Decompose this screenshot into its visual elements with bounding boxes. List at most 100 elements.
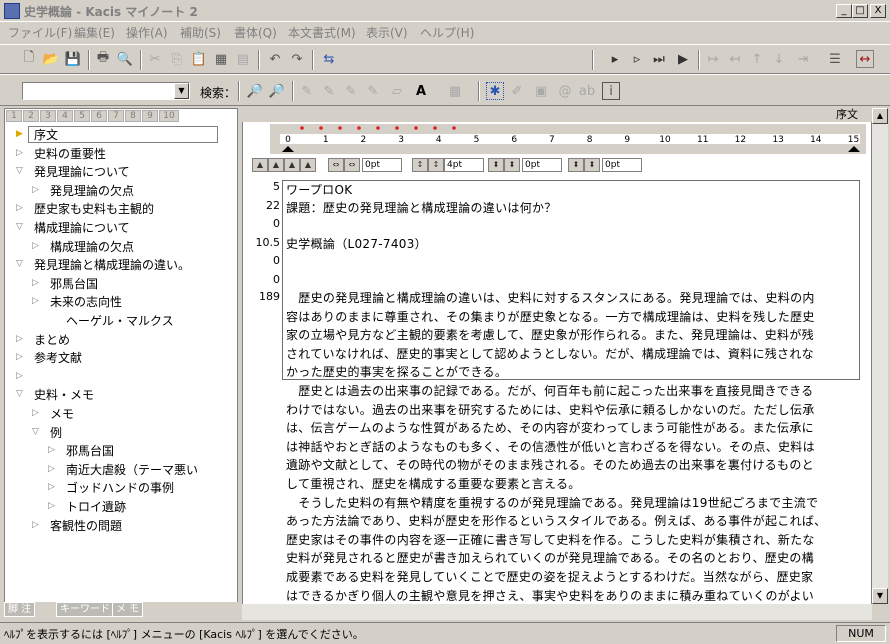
horizontal-scrollbar[interactable] — [242, 604, 872, 620]
space-after-2-icon[interactable]: ⬍ — [584, 158, 600, 172]
line-spacing-field[interactable]: 4pt — [444, 158, 484, 172]
level-9-button[interactable]: 9 — [142, 110, 158, 122]
redo-icon[interactable]: ↷ — [288, 50, 306, 68]
tab-stop-marker[interactable] — [338, 126, 342, 130]
tree-item[interactable]: 構成理論の欠点 — [50, 238, 134, 256]
spacing-2-icon[interactable]: ⇔ — [344, 158, 360, 172]
minimize-button[interactable]: _ — [836, 4, 852, 18]
level-6-button[interactable]: 6 — [91, 110, 107, 122]
chevron-down-icon[interactable]: ▼ — [174, 83, 189, 99]
collapsed-arrow-icon[interactable]: ▷ — [32, 408, 39, 418]
letter-spacing-field[interactable]: 0pt — [362, 158, 402, 172]
menu-edit[interactable]: 編集(E) — [74, 24, 115, 41]
width-toggle-icon[interactable]: ↔ — [856, 50, 874, 68]
step-icon[interactable]: ▹ — [628, 50, 646, 68]
next-icon[interactable]: ▶ — [674, 50, 692, 68]
collapsed-arrow-icon[interactable]: ▷ — [32, 296, 39, 306]
space-before-2-icon[interactable]: ⬍ — [504, 158, 520, 172]
align-icon[interactable]: ▲ — [252, 158, 268, 172]
line-spacing-icon[interactable]: ↕ — [412, 158, 428, 172]
undo-icon[interactable]: ↶ — [266, 50, 284, 68]
tab-stop-marker[interactable] — [433, 126, 437, 130]
collapsed-arrow-icon[interactable]: ▷ — [48, 501, 55, 511]
menu-file[interactable]: ファイル(F) — [8, 24, 72, 41]
tree-item[interactable]: 未来の志向性 — [50, 293, 122, 311]
menu-body-format[interactable]: 本文書式(M) — [288, 24, 356, 41]
pen-icon[interactable]: ✎ — [298, 82, 316, 100]
expanded-arrow-icon[interactable]: ▽ — [16, 166, 23, 176]
collapsed-arrow-icon[interactable]: ▷ — [16, 203, 23, 213]
unlink-icon[interactable]: ↤ — [726, 50, 744, 68]
ab-icon[interactable]: ab — [578, 82, 596, 100]
copy-icon[interactable]: ⎘ — [168, 50, 186, 68]
ruler[interactable]: 0 1 2 3 4 5 6 7 8 9 10 11 12 13 14 15 — [270, 124, 866, 154]
tree-item[interactable]: 邪馬台国 — [66, 442, 114, 460]
style-combo[interactable]: ▼ — [22, 82, 190, 100]
space-after-icon[interactable]: ⬍ — [568, 158, 584, 172]
collapsed-arrow-icon[interactable]: ▷ — [32, 520, 39, 530]
align-4-icon[interactable]: ▲ — [300, 158, 316, 172]
collapsed-arrow-icon[interactable]: ▷ — [48, 445, 55, 455]
skip-icon[interactable]: ⏭ — [650, 50, 668, 68]
tab-stop-marker[interactable] — [395, 126, 399, 130]
font-color-icon[interactable]: A — [412, 82, 430, 100]
level-8-button[interactable]: 8 — [125, 110, 141, 122]
expanded-arrow-icon[interactable]: ▽ — [16, 389, 23, 399]
tree-item[interactable]: 客観性の問題 — [50, 517, 122, 535]
tree-item[interactable]: ヘーゲル・マルクス — [66, 312, 174, 330]
scroll-down-icon[interactable]: ▼ — [872, 588, 888, 604]
tree-item[interactable]: 例 — [50, 424, 62, 442]
table-icon[interactable]: ▦ — [446, 82, 464, 100]
pen-4-icon[interactable]: ✎ — [364, 82, 382, 100]
print-preview-icon[interactable]: 🔍 — [116, 50, 134, 68]
maximize-button[interactable]: □ — [852, 4, 868, 18]
collapsed-arrow-icon[interactable]: ▷ — [16, 371, 23, 381]
at-icon[interactable]: @ — [556, 82, 574, 100]
level-5-button[interactable]: 5 — [74, 110, 90, 122]
spacing-icon[interactable]: ⇔ — [328, 158, 344, 172]
up-icon[interactable]: ↑ — [748, 50, 766, 68]
vertical-scrollbar[interactable]: ▲ ▼ — [872, 108, 888, 604]
collapsed-arrow-icon[interactable]: ▷ — [32, 278, 39, 288]
open-folder-icon[interactable]: 📂 — [42, 50, 60, 68]
tree-item[interactable]: メモ — [50, 405, 74, 423]
indent-icon[interactable]: ⇥ — [794, 50, 812, 68]
note-edit-icon[interactable]: ✐ — [508, 82, 526, 100]
tree-item[interactable]: まとめ — [34, 331, 70, 349]
search-next-icon[interactable]: 🔎 — [268, 82, 286, 100]
collapsed-arrow-icon[interactable]: ▷ — [48, 464, 55, 474]
tree-item[interactable]: 構成理論について — [34, 219, 130, 237]
space-before-icon[interactable]: ⬍ — [488, 158, 504, 172]
tab-footnote[interactable]: 脚 注 — [4, 602, 36, 617]
tree-item[interactable]: 南近大虐殺（テーマ悪い — [66, 461, 198, 479]
tab-stop-marker[interactable] — [300, 126, 304, 130]
pen-3-icon[interactable]: ✎ — [342, 82, 360, 100]
list-view-icon[interactable]: ☰ — [826, 50, 844, 68]
menu-assist[interactable]: 補助(S) — [180, 24, 221, 41]
menu-operation[interactable]: 操作(A) — [126, 24, 168, 41]
tree-item[interactable]: 発見理論について — [34, 163, 130, 181]
new-file-icon[interactable]: 🗋 — [20, 50, 38, 68]
tree-item[interactable]: 邪馬台国 — [50, 275, 98, 293]
expanded-arrow-icon[interactable]: ▽ — [16, 222, 23, 232]
menu-view[interactable]: 表示(V) — [366, 24, 408, 41]
tree-item[interactable]: 歴史家も史料も主観的 — [34, 200, 154, 218]
level-7-button[interactable]: 7 — [108, 110, 124, 122]
level-4-button[interactable]: 4 — [57, 110, 73, 122]
tree-item[interactable]: トロイ遺跡 — [66, 498, 126, 516]
collapsed-arrow-icon[interactable]: ▶ — [16, 129, 23, 139]
expanded-arrow-icon[interactable]: ▽ — [16, 259, 23, 269]
tab-stop-marker[interactable] — [376, 126, 380, 130]
close-button[interactable]: X — [870, 4, 886, 18]
collapsed-arrow-icon[interactable]: ▷ — [48, 482, 55, 492]
right-indent-marker[interactable] — [848, 146, 860, 152]
search-prev-icon[interactable]: 🔎 — [246, 82, 264, 100]
paste-special-icon[interactable]: ▦ — [212, 50, 230, 68]
info-icon[interactable]: i — [602, 82, 620, 100]
pen-2-icon[interactable]: ✎ — [320, 82, 338, 100]
save-icon[interactable]: 💾 — [64, 50, 82, 68]
note-icon[interactable]: ▣ — [532, 82, 550, 100]
level-1-button[interactable]: 1 — [6, 110, 22, 122]
collapsed-arrow-icon[interactable]: ▷ — [32, 241, 39, 251]
move-arrows-icon[interactable]: ⇆ — [320, 50, 338, 68]
